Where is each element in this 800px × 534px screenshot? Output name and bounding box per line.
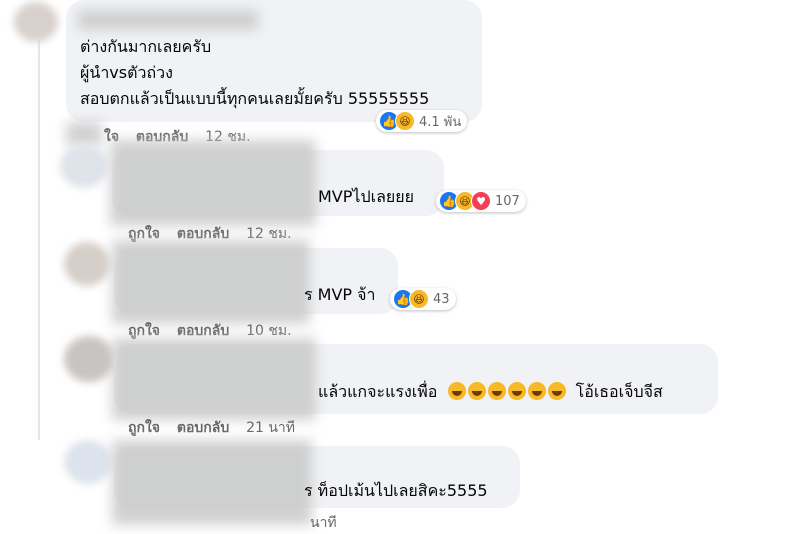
like-button[interactable]: ถูกใจ bbox=[128, 420, 160, 436]
laughing-face-icon: 😆 bbox=[395, 111, 415, 131]
rolling-laughing-emoji-icon bbox=[467, 382, 486, 400]
comment-text-line: ต่างกันมากเลยครับ bbox=[80, 37, 212, 56]
blurred-overlay bbox=[66, 122, 102, 146]
comment-text-line: ผู้นำvsตัวถ่วง bbox=[80, 63, 173, 82]
comment-content-blurred bbox=[112, 338, 316, 420]
comment-text-line: สอบตกแล้วเป็นแบบนี้ทุกคนเลยมั้ยครับ 5555… bbox=[80, 89, 430, 108]
laughing-face-icon: 😆 bbox=[409, 289, 429, 309]
comment-text: MVPไปเลยยย bbox=[318, 187, 414, 206]
reaction-summary[interactable]: 👍 😆 ♥ 107 bbox=[436, 190, 526, 212]
rolling-laughing-emoji-icon bbox=[527, 382, 546, 400]
reply-button[interactable]: ตอบกลับ bbox=[177, 323, 229, 339]
avatar[interactable] bbox=[64, 336, 114, 382]
heart-icon: ♥ bbox=[471, 191, 491, 211]
comment-text-main: แล้วแกจะแรงเพื่อ bbox=[318, 382, 438, 401]
rolling-laughing-emoji-icon bbox=[487, 382, 506, 400]
reaction-count: 107 bbox=[495, 193, 520, 209]
commenter-name-blurred[interactable] bbox=[78, 10, 258, 30]
emoji-group bbox=[447, 382, 572, 401]
thread-line bbox=[38, 40, 40, 440]
avatar[interactable] bbox=[60, 144, 108, 188]
comment-text: ร MVP จ้า bbox=[304, 285, 376, 304]
comment-text-tail: โอ้เธอเจ็บจีส bbox=[575, 382, 663, 401]
reaction-summary[interactable]: 👍 😆 4.1 พัน bbox=[376, 110, 468, 132]
like-button[interactable]: ถูกใจ bbox=[128, 323, 160, 339]
reply-button[interactable]: ตอบกลับ bbox=[177, 420, 229, 436]
timestamp[interactable]: 10 ชม. bbox=[246, 323, 291, 339]
comment-content-blurred bbox=[110, 140, 316, 226]
comment-actions: นาที bbox=[310, 512, 349, 534]
rolling-laughing-emoji-icon bbox=[447, 382, 466, 400]
comment-text: แล้วแกจะแรงเพื่อ โอ้เธอเจ็บจีส bbox=[318, 381, 663, 403]
reaction-summary[interactable]: 👍 😆 43 bbox=[390, 288, 456, 310]
comment-content-blurred bbox=[112, 440, 312, 525]
comment-text: ร ท็อปเม้นไปเลยสิคะ5555 bbox=[304, 481, 488, 500]
avatar[interactable] bbox=[64, 242, 110, 286]
rolling-laughing-emoji-icon bbox=[507, 382, 526, 400]
comment-actions: ถูกใจ ตอบกลับ 21 นาที bbox=[128, 417, 307, 439]
timestamp[interactable]: 21 นาที bbox=[246, 420, 295, 436]
avatar[interactable] bbox=[64, 440, 112, 484]
comment-content-blurred bbox=[112, 240, 310, 324]
rolling-laughing-emoji-icon bbox=[547, 382, 566, 400]
avatar[interactable] bbox=[14, 2, 58, 42]
reaction-count: 43 bbox=[433, 291, 450, 307]
timestamp[interactable]: นาที bbox=[310, 515, 337, 531]
reaction-count: 4.1 พัน bbox=[419, 114, 462, 130]
